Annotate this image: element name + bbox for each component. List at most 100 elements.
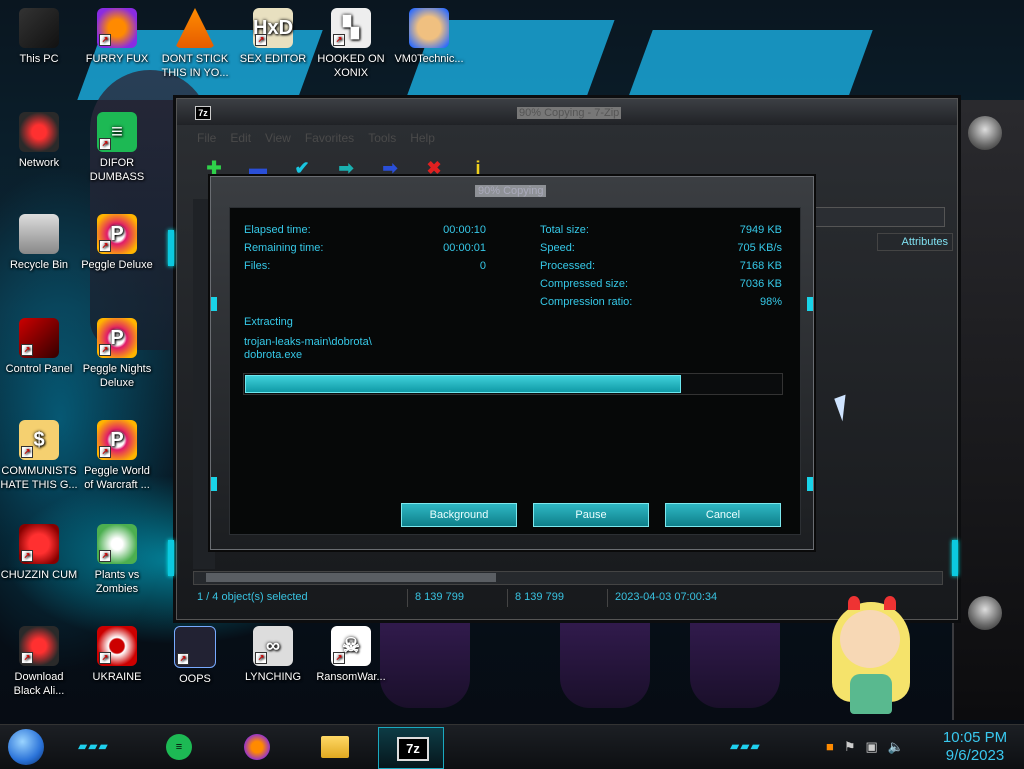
flag-icon[interactable]: ⚑ (844, 739, 856, 755)
spotify-icon: ≡ (166, 734, 192, 760)
processed-label: Processed: (540, 260, 596, 272)
skull-icon: ☠ ↗ (331, 626, 371, 666)
status-packed-size: 8 139 799 (515, 591, 564, 603)
desktop-icon-oops[interactable]: ↗ OOPS (156, 626, 234, 686)
frame-glow (168, 540, 174, 576)
window-title: 90% Copying - 7-Zip (517, 107, 622, 119)
desktop-icon-label: Plants vs Zombies (94, 569, 140, 595)
peggle-icon: P ↗ (97, 318, 137, 358)
desktop-icon-network[interactable]: Network (0, 112, 78, 170)
taskbar-spotify[interactable]: ≡ (164, 732, 194, 762)
oops-app-icon: ↗ (174, 626, 216, 668)
volume-icon[interactable]: 🔈 (888, 739, 904, 755)
operation-label: Extracting (244, 316, 293, 328)
taskbar-file-explorer[interactable] (320, 732, 350, 762)
status-divider (607, 589, 608, 607)
firefox-icon (244, 734, 270, 760)
total-size-value: 7949 KB (739, 224, 782, 236)
desktop-icon-label: FURRY FUX (85, 53, 149, 65)
devil-horn-icon (848, 596, 860, 610)
window-titlebar[interactable]: 7z 90% Copying - 7-Zip (177, 99, 957, 125)
character-sticker (826, 596, 916, 722)
taskbar-firefox[interactable] (242, 732, 272, 762)
desktop-icon-label: This PC (19, 53, 59, 65)
spotify-like-icon: ≡ ↗ (97, 112, 137, 152)
character-dress (850, 674, 892, 714)
progress-bar (243, 373, 783, 395)
frame-glow (807, 477, 813, 491)
clock-date: 9/6/2023 (945, 747, 1005, 764)
desktop-icon-communists[interactable]: $ ↗ COMMUNISTS HATE THIS G... (0, 420, 78, 492)
start-button[interactable] (8, 729, 44, 765)
menu-edit[interactable]: Edit (230, 131, 251, 145)
desktop-icon-dont-stick[interactable]: DONT STICK THIS IN YO... (156, 8, 234, 80)
frame-glow (807, 297, 813, 311)
remaining-value: 00:00:01 (443, 242, 486, 254)
vlc-cone-icon (175, 8, 215, 48)
network-tray-icon[interactable]: ▣ (866, 739, 878, 755)
status-selected: 1 / 4 object(s) selected (197, 591, 308, 603)
pause-button[interactable]: Pause (533, 503, 649, 527)
desktop-icon-label: OOPS (179, 673, 211, 685)
desktop-icon-download-black[interactable]: ↗ Download Black Ali... (0, 626, 78, 698)
peggle-icon: P ↗ (97, 420, 137, 460)
desktop-icon-sex-editor[interactable]: HxD ↗ SEX EDITOR (234, 8, 312, 66)
files-label: Files: (244, 260, 271, 272)
desktop-icon-hooked-on-xonix[interactable]: ▚ ↗ HOOKED ON XONIX (312, 8, 390, 80)
peggle-icon: P ↗ (97, 214, 137, 254)
desktop-icon-label: LYNCHING (244, 671, 302, 683)
desktop-icon-lynching[interactable]: ∞ ↗ LYNCHING (234, 626, 312, 684)
desktop-icon-this-pc[interactable]: This PC (0, 8, 78, 66)
desktop-icon-ransomware[interactable]: ☠ ↗ RansomWar... (312, 626, 390, 684)
desktop-icon-label: COMMUNISTS HATE THIS G... (0, 465, 78, 491)
desktop-icon-peggle-deluxe[interactable]: P ↗ Peggle Deluxe (78, 214, 156, 272)
desktop-icon-label: SEX EDITOR (239, 53, 307, 65)
processed-value: 7168 KB (739, 260, 782, 272)
character-face (840, 610, 900, 668)
speed-value: 705 KB/s (737, 242, 782, 254)
menu-tools[interactable]: Tools (368, 131, 396, 145)
compressed-size-value: 7036 KB (739, 278, 782, 290)
network-icon (19, 112, 59, 152)
desktop-icon-control-panel[interactable]: ↗ Control Panel (0, 318, 78, 376)
desktop-icon-peggle-wow[interactable]: P ↗ Peggle World of Warcraft ... (78, 420, 156, 492)
desktop-icon-label: VM0Technic... (394, 53, 464, 65)
desktop-icon-label: Peggle Nights Deluxe (82, 363, 152, 389)
desktop-icon-furry-fux[interactable]: ↗ FURRY FUX (78, 8, 156, 66)
speed-label: Speed: (540, 242, 575, 254)
desktop-icon-peggle-nights[interactable]: P ↗ Peggle Nights Deluxe (78, 318, 156, 390)
scrollbar-thumb[interactable] (206, 573, 496, 582)
desktop-icon-ukraine[interactable]: ↗ UKRAINE (78, 626, 156, 684)
column-header-attributes[interactable]: Attributes (877, 233, 953, 251)
progress-dialog[interactable]: 90% Copying Elapsed time: 00:00:10 Remai… (210, 176, 814, 550)
taskbar-7zip[interactable]: 7z (378, 727, 444, 769)
cancel-button[interactable]: Cancel (665, 503, 781, 527)
alien-logo-icon (968, 596, 1002, 630)
menu-favorites[interactable]: Favorites (305, 131, 354, 145)
desktop-icon-chuzzin-cum[interactable]: ↗ CHUZZIN CUM (0, 524, 78, 582)
status-divider (507, 589, 508, 607)
taskbar-decoration: ▰▰▰ (78, 739, 109, 753)
background-button[interactable]: Background (401, 503, 517, 527)
desktop-icon-difor-dumbass[interactable]: ≡ ↗ DIFOR DUMBASS (78, 112, 156, 184)
total-size-label: Total size: (540, 224, 589, 236)
desktop-icon-label: Network (18, 157, 60, 169)
desktop-icon-plants-vs-zombies[interactable]: ↗ Plants vs Zombies (78, 524, 156, 596)
tray-app-icon[interactable]: ■ (826, 739, 834, 755)
frame-glow (168, 230, 174, 266)
devil-horn-icon (884, 596, 896, 610)
horizontal-scrollbar[interactable] (193, 571, 943, 585)
desktop-icon-label: Download Black Ali... (13, 671, 65, 697)
menu-view[interactable]: View (265, 131, 291, 145)
address-dropdown[interactable] (813, 207, 945, 227)
compression-ratio-value: 98% (759, 296, 782, 308)
menu-file[interactable]: File (197, 131, 216, 145)
clock[interactable]: 10:05 PM 9/6/2023 (930, 729, 1020, 765)
desktop-icon-label: UKRAINE (92, 671, 142, 683)
knot-icon: ∞ ↗ (253, 626, 293, 666)
menu-help[interactable]: Help (410, 131, 435, 145)
desktop-icon-recycle-bin[interactable]: Recycle Bin (0, 214, 78, 272)
frame-glow (952, 540, 958, 576)
desktop-icon-vm0technic[interactable]: VM0Technic... (390, 8, 468, 66)
alien-icon: ↗ (19, 626, 59, 666)
